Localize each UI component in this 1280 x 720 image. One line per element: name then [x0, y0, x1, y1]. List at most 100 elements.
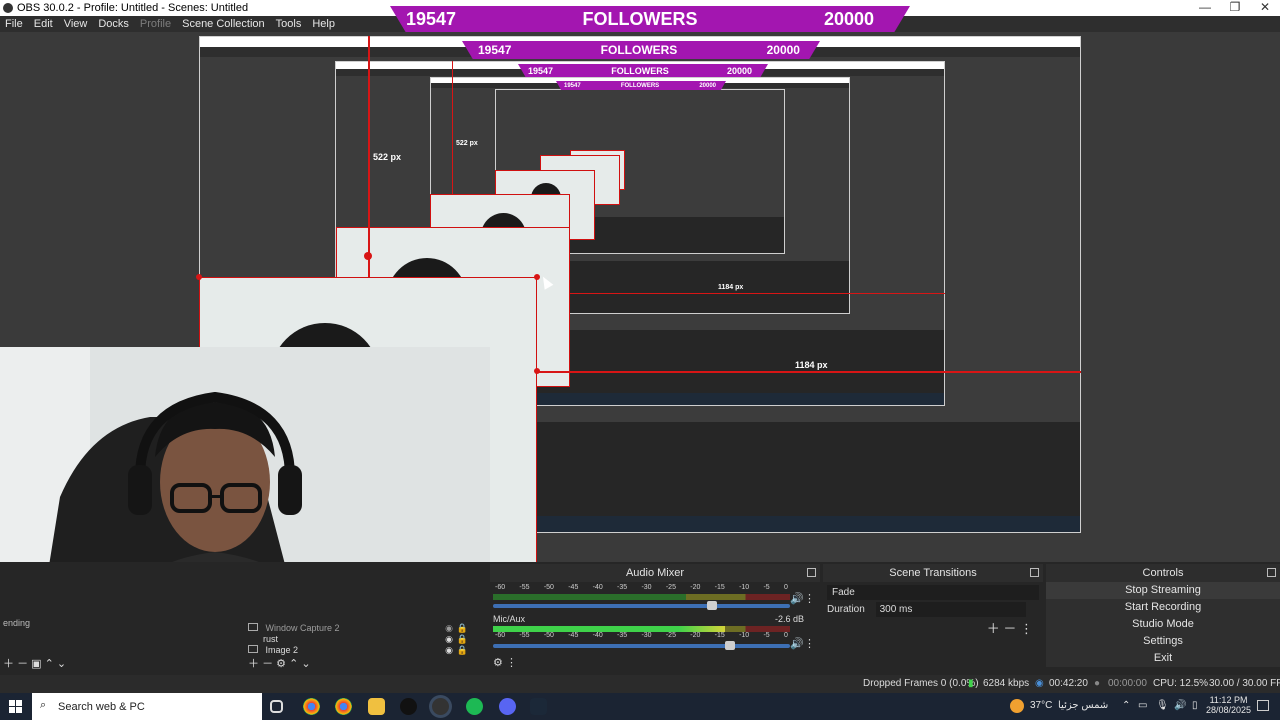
lock-icon[interactable]: 🔒	[457, 634, 468, 645]
exit-button[interactable]: Exit	[1046, 650, 1280, 667]
menu-scene-collection[interactable]: Scene Collection	[182, 18, 265, 30]
remove-source-icon[interactable]: －	[262, 658, 273, 670]
battery-icon[interactable]: ▯	[1192, 700, 1198, 711]
mixer-menu-icon[interactable]: ⋮	[506, 657, 517, 669]
stop-streaming-button[interactable]: Stop Streaming	[1046, 582, 1280, 599]
transition-select[interactable]: Fade	[827, 585, 1039, 600]
followers-current: 19547	[406, 8, 457, 29]
microphone-icon[interactable]: 🎙	[1156, 700, 1169, 711]
windows-taskbar: ⌕ Search web & PC 37°C شمس جزئيا ⌃ ▭ 🎙 🔊…	[0, 693, 1280, 720]
audio-mixer-title: Audio Mixer	[625, 567, 685, 579]
follower-goal-bar-4: 19547 FOLLOWERS 20000	[556, 81, 726, 90]
notifications-icon[interactable]	[1257, 700, 1269, 711]
tray-expand-icon[interactable]: ⌃	[1122, 700, 1130, 711]
window-capture-icon	[248, 623, 258, 631]
followers-current-4: 19547	[564, 82, 581, 89]
channel-menu-icon[interactable]: ⋮	[804, 592, 815, 605]
start-recording-button[interactable]: Start Recording	[1046, 599, 1280, 616]
lock-icon[interactable]: 🔒	[457, 623, 468, 634]
record-icon: ●	[1094, 678, 1101, 689]
menu-profile[interactable]: Profile	[140, 18, 171, 30]
move-up-icon[interactable]: ⌃	[289, 658, 298, 670]
chrome-icon[interactable]	[303, 698, 320, 715]
source-name: rust	[263, 634, 279, 644]
scene-transitions-dock: Scene Transitions Fade Duration 300 ms ＋…	[823, 564, 1043, 675]
volume-slider[interactable]	[493, 601, 790, 610]
lock-icon[interactable]: 🔒	[457, 645, 468, 656]
chrome-profile-icon[interactable]	[335, 698, 352, 715]
followers-label-3: FOLLOWERS	[611, 65, 669, 76]
horizontal-guide-line	[537, 371, 1081, 373]
menu-file[interactable]: File	[5, 18, 23, 30]
undock-icon[interactable]	[1267, 568, 1276, 577]
resize-handle-top[interactable]	[364, 252, 372, 260]
resize-handle-top-left[interactable]	[196, 274, 202, 280]
obs-studio-icon[interactable]	[432, 698, 449, 715]
task-view-icon[interactable]	[270, 700, 283, 713]
add-scene-icon[interactable]: ＋	[3, 658, 14, 670]
volume-slider-knob[interactable]	[706, 601, 717, 610]
studio-mode-button[interactable]: Studio Mode	[1046, 616, 1280, 633]
maximize-button[interactable]: ❐	[1220, 0, 1250, 16]
close-button[interactable]: ✕	[1250, 0, 1280, 16]
followers-goal-3: 20000	[726, 65, 752, 76]
menu-view[interactable]: View	[64, 18, 88, 30]
sources-toolbar: ＋ － ⚙ ⌃ ⌄	[248, 655, 311, 671]
source-item[interactable]: Window Capture 2 ◉ 🔒	[248, 623, 488, 634]
visibility-eye-icon[interactable]: ◉	[445, 623, 453, 634]
move-down-icon[interactable]: ⌄	[57, 658, 66, 670]
visibility-eye-icon[interactable]: ◉	[445, 634, 453, 645]
spotify-icon[interactable]	[466, 698, 483, 715]
move-down-icon[interactable]: ⌄	[301, 658, 310, 670]
duration-input[interactable]: 300 ms	[875, 602, 1026, 617]
steam-icon[interactable]	[530, 698, 547, 715]
vertical-guide-line-2	[452, 61, 453, 194]
menu-help[interactable]: Help	[312, 18, 335, 30]
transition-menu-icon[interactable]: ⋮	[1020, 621, 1033, 636]
weather-temp: 37°C	[1030, 700, 1053, 711]
scene-filters-icon[interactable]: ▣	[31, 658, 41, 670]
source-item[interactable]: rust ◉ 🔒	[248, 634, 488, 645]
undock-icon[interactable]	[807, 568, 816, 577]
minimize-button[interactable]: —	[1190, 0, 1220, 16]
meter-ticks: -60 -55 -50 -45 -40 -35 -30 -25 -20 -15 -10 -5 0	[495, 584, 788, 591]
mic-slider-knob[interactable]	[724, 641, 735, 650]
followers-goal: 20000	[823, 8, 874, 29]
volume-icon[interactable]: 🔊	[1174, 700, 1186, 711]
speaker-icon[interactable]: 🔊	[790, 592, 804, 605]
remove-scene-icon[interactable]: －	[17, 658, 28, 670]
mic-volume-slider[interactable]	[493, 641, 790, 650]
capcut-icon[interactable]	[400, 698, 417, 715]
followers-goal-4: 20000	[699, 82, 716, 89]
advanced-audio-icon[interactable]: ⚙	[493, 657, 503, 669]
visibility-eye-icon[interactable]: ◉	[445, 645, 453, 656]
followers-current-3: 19547	[528, 65, 554, 76]
windows-start-icon[interactable]	[9, 700, 22, 713]
remove-transition-icon[interactable]: －	[1003, 621, 1016, 636]
add-source-icon[interactable]: ＋	[248, 658, 259, 670]
mic-meter-fill	[493, 626, 725, 632]
taskbar-search-box[interactable]: ⌕ Search web & PC	[32, 693, 262, 720]
horizontal-guide-line-2	[570, 293, 945, 294]
clock[interactable]: 11:12 PM 28/08/2025	[1206, 695, 1251, 715]
weather-icon[interactable]	[1010, 699, 1024, 713]
scene-item-ending[interactable]: ending	[3, 618, 30, 628]
move-up-icon[interactable]: ⌃	[45, 658, 54, 670]
network-icon[interactable]: ▭	[1138, 700, 1147, 711]
menu-edit[interactable]: Edit	[34, 18, 53, 30]
mixer-channel-2: Mic/Aux -2.6 dB -60 -55 -50 -45 -40 -35 -30 -25…	[493, 614, 804, 650]
menu-tools[interactable]: Tools	[276, 18, 302, 30]
speaker-icon[interactable]: 🔊	[790, 637, 804, 650]
source-properties-icon[interactable]: ⚙	[276, 658, 286, 670]
settings-button[interactable]: Settings	[1046, 633, 1280, 650]
undock-icon[interactable]	[1030, 568, 1039, 577]
resize-handle-right[interactable]	[534, 368, 540, 374]
menu-docks[interactable]: Docks	[98, 18, 129, 30]
stream-icon: ◉	[1035, 678, 1044, 689]
add-transition-icon[interactable]: ＋	[987, 621, 1000, 636]
channel-menu-icon[interactable]: ⋮	[804, 637, 815, 650]
file-explorer-icon[interactable]	[368, 698, 385, 715]
vertical-guide-line	[368, 36, 370, 277]
discord-icon[interactable]	[499, 698, 516, 715]
record-time: 00:00:00	[1108, 678, 1147, 689]
